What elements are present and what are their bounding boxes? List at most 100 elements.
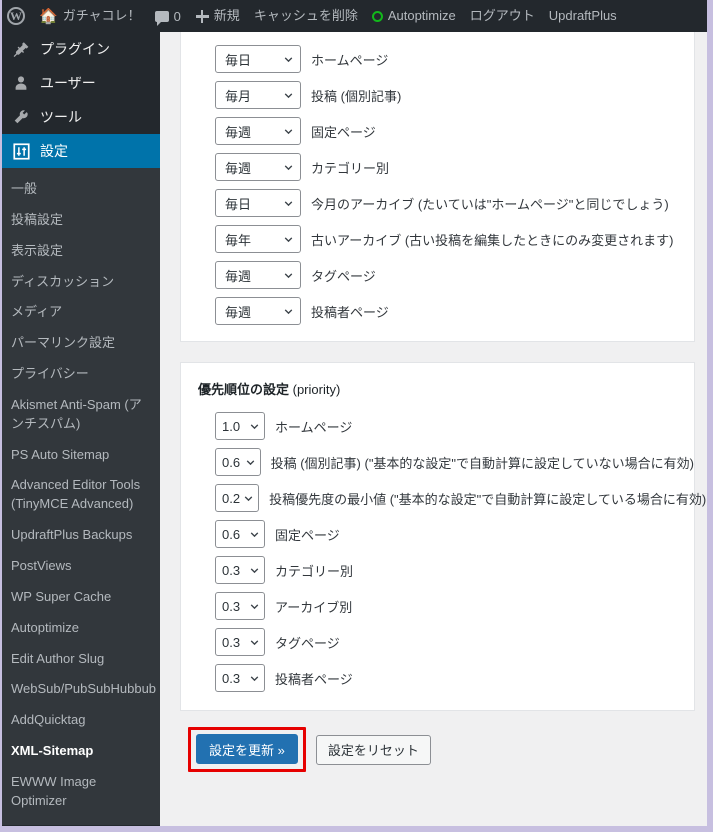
submenu-item-general[interactable]: 一般	[0, 174, 160, 205]
frequency-select-static-pages[interactable]: 毎週	[215, 117, 301, 145]
sidebar-item-tools-label: ツール	[40, 109, 82, 125]
chevron-down-icon	[283, 126, 294, 137]
admin-bar-updraftplus[interactable]: UpdraftPlus	[542, 0, 624, 32]
admin-bar-site-name-label: ガチャコレ！	[62, 8, 141, 23]
priority-select-posts[interactable]: 0.6	[215, 448, 261, 476]
submenu-item-edit-author-slug[interactable]: Edit Author Slug	[0, 644, 160, 675]
admin-bar-logout[interactable]: ログアウト	[463, 0, 542, 32]
submenu-item-autoptimize[interactable]: Autoptimize	[0, 613, 160, 644]
sidebar-item-users[interactable]: ユーザー	[0, 66, 160, 100]
priority-select-minimum-post-priority[interactable]: 0.2	[215, 484, 260, 512]
submenu-item-addquicktag[interactable]: AddQuicktag	[0, 705, 160, 736]
reset-settings-button[interactable]: 設定をリセット	[315, 734, 431, 765]
priority-row: 0.3 タグページ	[181, 624, 694, 660]
priority-row: 0.6 固定ページ	[181, 516, 694, 552]
chevron-down-icon	[283, 270, 294, 281]
admin-bar-comments[interactable]: 0	[148, 0, 188, 32]
priority-row: 0.3 カテゴリー別	[181, 552, 694, 588]
priority-label-static-pages: 固定ページ	[275, 527, 340, 543]
frequency-select-posts[interactable]: 毎月	[215, 81, 301, 109]
priority-select-posts-value: 0.6	[222, 454, 241, 470]
priority-select-archives-value: 0.3	[222, 598, 241, 614]
admin-bar-updraftplus-label: UpdraftPlus	[548, 8, 617, 23]
plus-icon	[195, 9, 209, 23]
priority-select-categories[interactable]: 0.3	[215, 556, 265, 584]
sidebar-item-plugins-label: プラグイン	[40, 41, 110, 57]
priority-select-homepage-value: 1.0	[222, 418, 241, 434]
comment-count-label: 0	[173, 8, 181, 24]
priority-label-author-pages: 投稿者ページ	[275, 671, 353, 687]
priority-select-static-pages[interactable]: 0.6	[215, 520, 265, 548]
chevron-down-icon	[249, 565, 260, 576]
admin-bar-autoptimize[interactable]: Autoptimize	[365, 0, 463, 32]
sidebar-item-settings[interactable]: 設定	[0, 134, 160, 168]
chevron-down-icon	[283, 90, 294, 101]
admin-bar-purge-cache[interactable]: キャッシュを削除	[247, 0, 365, 32]
chevron-down-icon	[249, 421, 260, 432]
frequency-label-author-pages: 投稿者ページ	[311, 304, 389, 320]
submenu-item-media[interactable]: メディア	[0, 297, 160, 328]
submenu-item-advanced-editor-tools[interactable]: Advanced Editor Tools (TinyMCE Advanced)	[0, 470, 160, 520]
sidebar-item-tools[interactable]: ツール	[0, 100, 160, 134]
submenu-item-xml-sitemap[interactable]: XML-Sitemap	[0, 736, 160, 767]
frequency-row: 毎週 投稿者ページ	[181, 293, 694, 329]
update-settings-button[interactable]: 設定を更新 »	[196, 734, 298, 764]
frequency-label-posts: 投稿 (個別記事)	[311, 88, 402, 104]
priority-select-author-pages[interactable]: 0.3	[215, 664, 265, 692]
admin-bar-site-name[interactable]: 🏠 ガチャコレ！	[32, 0, 148, 32]
submenu-item-permalinks[interactable]: パーマリンク設定	[0, 328, 160, 359]
priority-select-archives[interactable]: 0.3	[215, 592, 265, 620]
window-left-edge	[0, 0, 2, 832]
submenu-item-discussion[interactable]: ディスカッション	[0, 267, 160, 298]
frequency-label-static-pages: 固定ページ	[311, 124, 376, 140]
frequency-select-author-pages[interactable]: 毎週	[215, 297, 301, 325]
frequency-select-current-archive-value: 毎日	[225, 196, 252, 212]
priority-row: 0.3 投稿者ページ	[181, 660, 694, 696]
admin-bar-logout-label: ログアウト	[469, 8, 535, 23]
frequency-row: 毎日 今月のアーカイブ (たいていは"ホームページ"と同じでしょう)	[181, 185, 694, 221]
frequency-row: 毎月 投稿 (個別記事)	[181, 77, 694, 113]
sidebar-item-settings-label: 設定	[40, 143, 68, 159]
priority-row: 0.3 アーカイブ別	[181, 588, 694, 624]
green-circle-icon	[371, 10, 383, 22]
priority-select-categories-value: 0.3	[222, 562, 241, 578]
submenu-item-reading[interactable]: 表示設定	[0, 236, 160, 267]
frequency-select-older-archive[interactable]: 毎年	[215, 225, 301, 253]
comment-icon	[154, 10, 169, 26]
submenu-item-wp-super-cache[interactable]: WP Super Cache	[0, 582, 160, 613]
priority-select-tag-pages-value: 0.3	[222, 634, 241, 650]
frequency-select-author-pages-value: 毎週	[225, 304, 252, 320]
frequency-row: 毎週 カテゴリー別	[181, 149, 694, 185]
chevron-down-icon	[283, 54, 294, 65]
chevron-down-icon	[283, 306, 294, 317]
frequency-select-older-archive-value: 毎年	[225, 232, 252, 248]
chevron-down-icon	[249, 673, 260, 684]
priority-select-homepage[interactable]: 1.0	[215, 412, 265, 440]
priority-row: 0.6 投稿 (個別記事) ("基本的な設定"で自動計算に設定していない場合に有…	[181, 444, 694, 480]
submenu-item-privacy[interactable]: プライバシー	[0, 359, 160, 390]
chevron-down-icon	[283, 198, 294, 209]
priority-label-categories: カテゴリー別	[275, 563, 354, 579]
admin-bar-new-content[interactable]: 新規	[188, 0, 247, 32]
frequency-select-categories-value: 毎週	[225, 160, 252, 176]
chevron-down-icon	[283, 162, 294, 173]
submenu-item-websub-pubsubhubbub[interactable]: WebSub/PubSubHubbub	[0, 674, 160, 705]
submenu-item-ewww-image-optimizer[interactable]: EWWW Image Optimizer	[0, 767, 160, 817]
priority-select-tag-pages[interactable]: 0.3	[215, 628, 265, 656]
frequency-select-categories[interactable]: 毎週	[215, 153, 301, 181]
priority-select-static-pages-value: 0.6	[222, 526, 241, 542]
priority-label-archives: アーカイブ別	[275, 599, 353, 615]
frequency-select-homepage[interactable]: 毎日	[215, 45, 301, 73]
frequency-label-older-archive: 古いアーカイブ (古い投稿を編集したときにのみ変更されます)	[311, 232, 674, 248]
admin-bar-wordpress-logo[interactable]: W	[0, 0, 32, 32]
priority-panel-title-bold: 優先順位の設定	[198, 382, 290, 397]
submenu-item-updraftplus-backups[interactable]: UpdraftPlus Backups	[0, 520, 160, 551]
submenu-item-writing[interactable]: 投稿設定	[0, 205, 160, 236]
frequency-select-tag-pages[interactable]: 毎週	[215, 261, 301, 289]
submenu-item-ps-auto-sitemap[interactable]: PS Auto Sitemap	[0, 440, 160, 471]
submenu-item-postviews[interactable]: PostViews	[0, 551, 160, 582]
wordpress-logo-icon: W	[7, 7, 25, 25]
submenu-item-akismet[interactable]: Akismet Anti-Spam (アンチスパム)	[0, 390, 160, 440]
sidebar-item-plugins[interactable]: プラグイン	[0, 32, 160, 66]
frequency-select-current-archive[interactable]: 毎日	[215, 189, 301, 217]
